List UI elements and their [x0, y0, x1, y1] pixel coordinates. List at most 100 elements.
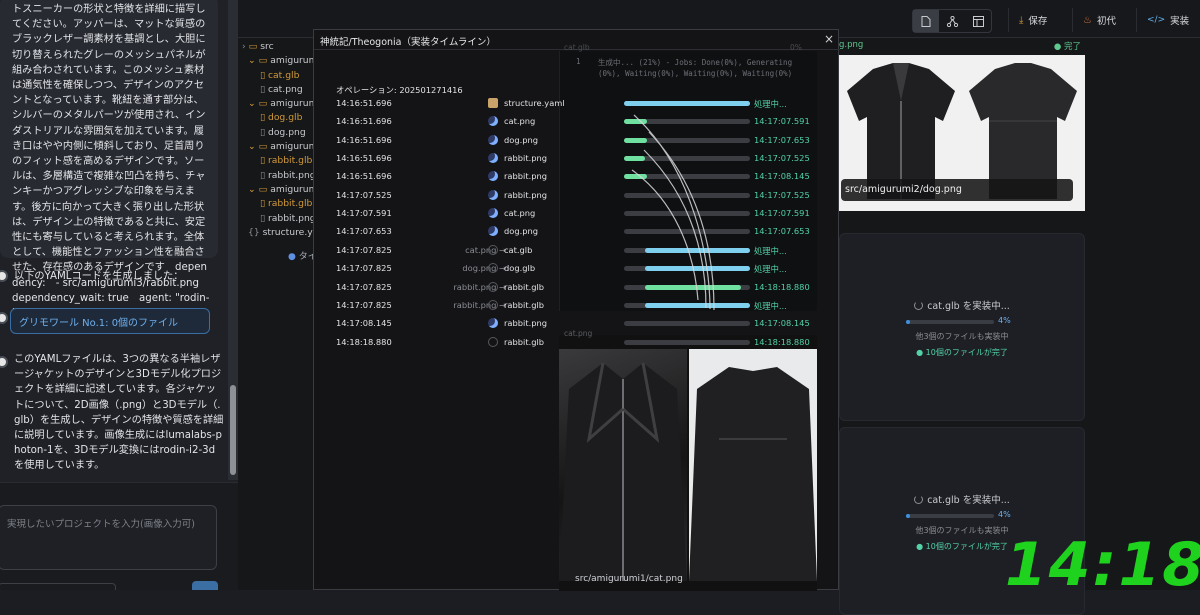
- chat-scrollbar-thumb[interactable]: [230, 385, 236, 475]
- tree-items: ⌄ ▭ amigurumi1 ▯ cat.glb ▯ cat.png ⌄ ▭ amig…: [242, 54, 330, 240]
- file-icon: [921, 15, 931, 27]
- view-toggle-group: [912, 9, 992, 33]
- tree-file[interactable]: ▯ dog.png: [242, 126, 322, 140]
- assistant-avatar-icon: [0, 312, 8, 324]
- jacket-front-image: [559, 362, 687, 581]
- file-icon: ▯: [260, 112, 268, 124]
- preview-tab-header: g.png ● 完了: [839, 40, 1085, 54]
- dependency-curve: [631, 169, 699, 301]
- save-label: 保存: [1028, 16, 1048, 27]
- attach-select[interactable]: [0, 583, 116, 590]
- save-button[interactable]: ⤓ 保存: [1008, 8, 1057, 32]
- view-file-button[interactable]: [913, 10, 940, 32]
- code-icon: </>: [1147, 15, 1166, 25]
- tree-file[interactable]: ▯ rabbit.glb: [242, 154, 322, 168]
- model-file-icon: [488, 336, 498, 347]
- file-icon: ▯: [260, 212, 268, 224]
- job-status-card: cat.glb を実装中... 4% 他3個のファイルも実装中 ● 10個のファイルが…: [839, 233, 1085, 421]
- folder-icon: ▭: [248, 41, 258, 52]
- job-pct: 4%: [998, 510, 1011, 519]
- job-note: 他3個のファイルも実装中: [915, 332, 1009, 341]
- job-progress-track: [906, 514, 994, 518]
- timeline-time: 14:18:18.880: [336, 336, 392, 347]
- grimoire-chip-label: グリモワール No.1: 0個のファイル: [19, 317, 179, 329]
- cat-image-front: [559, 349, 687, 581]
- timeline-status: 14:18:18.880: [754, 336, 810, 347]
- folder-icon: ⌄ ▭: [248, 55, 271, 67]
- folder-icon: ⌄ ▭: [248, 141, 271, 153]
- project-input[interactable]: 実現したいプロジェクトを入力(画像入力可): [0, 505, 217, 570]
- file-tree: › ▭ src ⌄ ▭ amigurumi1 ▯ cat.glb ▯ cat.png…: [242, 40, 330, 240]
- tree-file[interactable]: ▯ rabbit.glb: [242, 197, 322, 211]
- tree-folder[interactable]: ⌄ ▭ amigurumi4: [242, 183, 326, 197]
- tree-root[interactable]: › ▭ src: [242, 40, 322, 54]
- cat-image-back: [689, 349, 817, 581]
- job-title-label: cat.glb を実装中...: [927, 301, 1010, 312]
- tree-file[interactable]: ▯ cat.glb: [242, 69, 322, 83]
- spinner-icon: [914, 495, 924, 504]
- job-done: ● 10個のファイルが完了: [916, 348, 1008, 357]
- send-button[interactable]: [192, 581, 218, 590]
- tree-item-label: rabbit.glb: [267, 198, 313, 210]
- file-icon: ▯: [260, 198, 268, 210]
- yaml-summary-text: このYAMLファイルは、3つの異なる半袖レザージャケットのデザインと3Dモデル化…: [14, 354, 224, 472]
- timeline-row[interactable]: 14:18:18.880 rabbit.glb 14:18:18.880: [336, 336, 816, 351]
- dog-preview-image[interactable]: src/amigurumi2/dog.png: [839, 55, 1085, 211]
- job-progress-track: [906, 320, 994, 324]
- assistant-avatar-icon: [0, 356, 8, 368]
- tree-item-label: dog.glb: [267, 112, 303, 124]
- tree-file[interactable]: ▯ rabbit.png: [242, 169, 322, 183]
- view-layout-button[interactable]: [966, 10, 991, 32]
- yaml-file-icon: {}: [248, 226, 263, 238]
- cat-preview-panel[interactable]: cat.png src/amigurumi1/cat.png: [559, 329, 817, 591]
- project-input-placeholder: 実現したいプロジェクトを入力(画像入力可): [7, 519, 195, 530]
- jacket-back-image: [689, 367, 817, 581]
- dependency-curves: [631, 114, 715, 311]
- job-title: cat.glb を実装中...: [840, 492, 1084, 506]
- tree-item-label: cat.glb: [267, 69, 300, 81]
- file-icon: ▯: [260, 155, 268, 167]
- tree-file[interactable]: {} structure.yaml: [242, 226, 330, 240]
- tree-folder[interactable]: ⌄ ▭ amigurumi1: [242, 54, 326, 68]
- dog-caption-label: src/amigurumi2/dog.png: [845, 184, 962, 195]
- tree-folder[interactable]: ⌄ ▭ amigurumi2: [242, 97, 326, 111]
- job-title: cat.glb を実装中...: [840, 298, 1084, 312]
- tree-folder[interactable]: ⌄ ▭ amigurumi3: [242, 140, 326, 154]
- file-icon: ▯: [260, 83, 268, 95]
- view-graph-button[interactable]: [939, 10, 965, 32]
- assistant-avatar-icon: [0, 270, 8, 282]
- download-icon: ⤓: [1019, 14, 1024, 26]
- tree-file[interactable]: ▯ cat.png: [242, 83, 322, 97]
- chat-message-bubble: トスニーカーの形状と特徴を詳細に描写してください。アッパーは、マットな質感のブラ…: [0, 0, 218, 319]
- job-pct: 4%: [998, 316, 1011, 325]
- cat-caption-label: src/amigurumi1/cat.png: [575, 574, 683, 584]
- job-title-label: cat.glb を実装中...: [927, 495, 1010, 506]
- timeline-modal: 神統記/Theogonia（実装タイムライン） × cat.glb 0% 1 生…: [313, 29, 840, 591]
- tree-item-label: rabbit.png: [267, 212, 316, 224]
- run-button[interactable]: </> 実装: [1136, 8, 1199, 32]
- dog-caption: src/amigurumi2/dog.png: [841, 179, 1073, 201]
- done-badge-label: 完了: [1063, 42, 1081, 52]
- dependency-curve: [648, 131, 715, 311]
- init-label: 初代: [1096, 16, 1116, 27]
- tree-item-label: rabbit.png: [267, 169, 316, 181]
- spinner-icon: [914, 301, 924, 310]
- clock-overlay: 14:18: [1005, 530, 1200, 600]
- tree-file[interactable]: ▯ rabbit.png: [242, 212, 322, 226]
- job-progress-fill: [906, 320, 910, 324]
- folder-icon: ⌄ ▭: [248, 183, 271, 195]
- timeline-file: rabbit.glb: [504, 336, 545, 347]
- init-button[interactable]: ♨ 初代: [1072, 8, 1126, 32]
- chat-panel: トスニーカーの形状と特徴を詳細に描写してください。アッパーは、マットな質感のブラ…: [0, 0, 238, 590]
- tree-item-label: rabbit.glb: [267, 155, 313, 167]
- grimoire-chip[interactable]: グリモワール No.1: 0個のファイル: [10, 308, 210, 334]
- tree-item-label: cat.png: [267, 83, 303, 95]
- flame-icon: ♨: [1083, 14, 1092, 26]
- job-progress-fill: [906, 514, 910, 518]
- yaml-generated-text: 以下のYAMLコードを生成しました：: [14, 271, 184, 282]
- preview-tab-label: g.png: [839, 40, 864, 50]
- tree-item-label: dog.png: [267, 126, 306, 138]
- file-icon: ▯: [260, 169, 268, 181]
- tree-file[interactable]: ▯ dog.glb: [242, 111, 322, 125]
- tree-root-label: src: [260, 41, 274, 52]
